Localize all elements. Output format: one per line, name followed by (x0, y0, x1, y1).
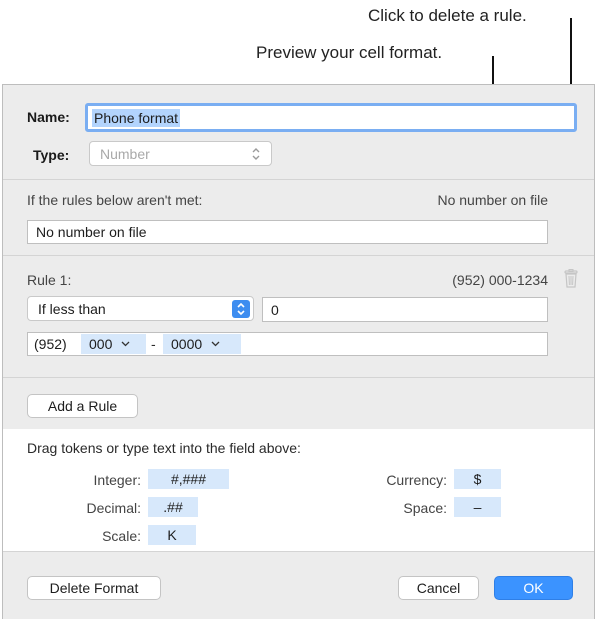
digit-token-text: 0000 (171, 336, 203, 352)
rule-preview: (952) 000-1234 (452, 272, 548, 288)
chevron-down-icon (121, 341, 130, 347)
condition-popup[interactable]: If less than (27, 296, 254, 321)
cancel-button[interactable]: Cancel (398, 576, 479, 600)
currency-label: Currency: (386, 472, 447, 488)
delete-format-button[interactable]: Delete Format (27, 576, 161, 600)
format-separator-text: - (151, 336, 156, 352)
delete-rule-callout: Click to delete a rule. (368, 6, 527, 25)
dialog-footer: Delete Format Cancel OK (3, 551, 594, 619)
condition-popup-value: If less than (38, 300, 106, 317)
token-palette: Drag tokens or type text into the field … (3, 429, 594, 551)
digit-token-text: 000 (89, 336, 113, 352)
trash-icon[interactable] (562, 269, 580, 289)
condition-value-field[interactable]: 0 (262, 297, 548, 322)
rule-label: Rule 1: (27, 272, 72, 288)
type-label: Type: (33, 147, 70, 163)
integer-label: Integer: (93, 472, 141, 488)
space-token[interactable]: – (454, 497, 501, 517)
divider (3, 255, 594, 256)
name-field[interactable]: Phone format (85, 103, 577, 132)
chevron-down-icon (211, 341, 220, 347)
integer-token[interactable]: #,### (148, 469, 229, 489)
currency-token[interactable]: $ (454, 469, 501, 489)
type-popup-value: Number (100, 145, 150, 162)
digit-token[interactable]: 000 (81, 334, 146, 354)
name-type-section: Name: Phone format Type: Number (3, 85, 594, 178)
updown-chevron-icon (232, 299, 250, 318)
tokens-heading: Drag tokens or type text into the field … (27, 440, 301, 456)
name-label: Name: (27, 109, 70, 125)
decimal-token[interactable]: .## (148, 497, 198, 517)
fallback-preview: No number on file (437, 192, 548, 208)
fallback-text-field[interactable]: No number on file (27, 220, 548, 244)
format-prefix-text: (952) (34, 336, 67, 352)
condition-value: 0 (271, 301, 279, 318)
decimal-label: Decimal: (86, 500, 141, 516)
updown-chevron-icon (252, 147, 260, 160)
ok-button[interactable]: OK (494, 576, 573, 600)
scale-label: Scale: (102, 528, 141, 544)
divider (3, 179, 594, 180)
format-dialog: Name: Phone format Type: Number If the r… (2, 84, 595, 619)
divider (3, 377, 594, 378)
type-popup[interactable]: Number (89, 141, 272, 166)
preview-callout: Preview your cell format. (256, 43, 443, 62)
name-field-selected-text: Phone format (92, 108, 181, 127)
scale-token[interactable]: K (148, 525, 196, 545)
space-label: Space: (403, 500, 447, 516)
fallback-text-value: No number on file (36, 224, 147, 240)
add-rule-button[interactable]: Add a Rule (27, 394, 138, 418)
digit-token[interactable]: 0000 (163, 334, 241, 354)
fallback-label: If the rules below aren't met: (27, 192, 203, 208)
